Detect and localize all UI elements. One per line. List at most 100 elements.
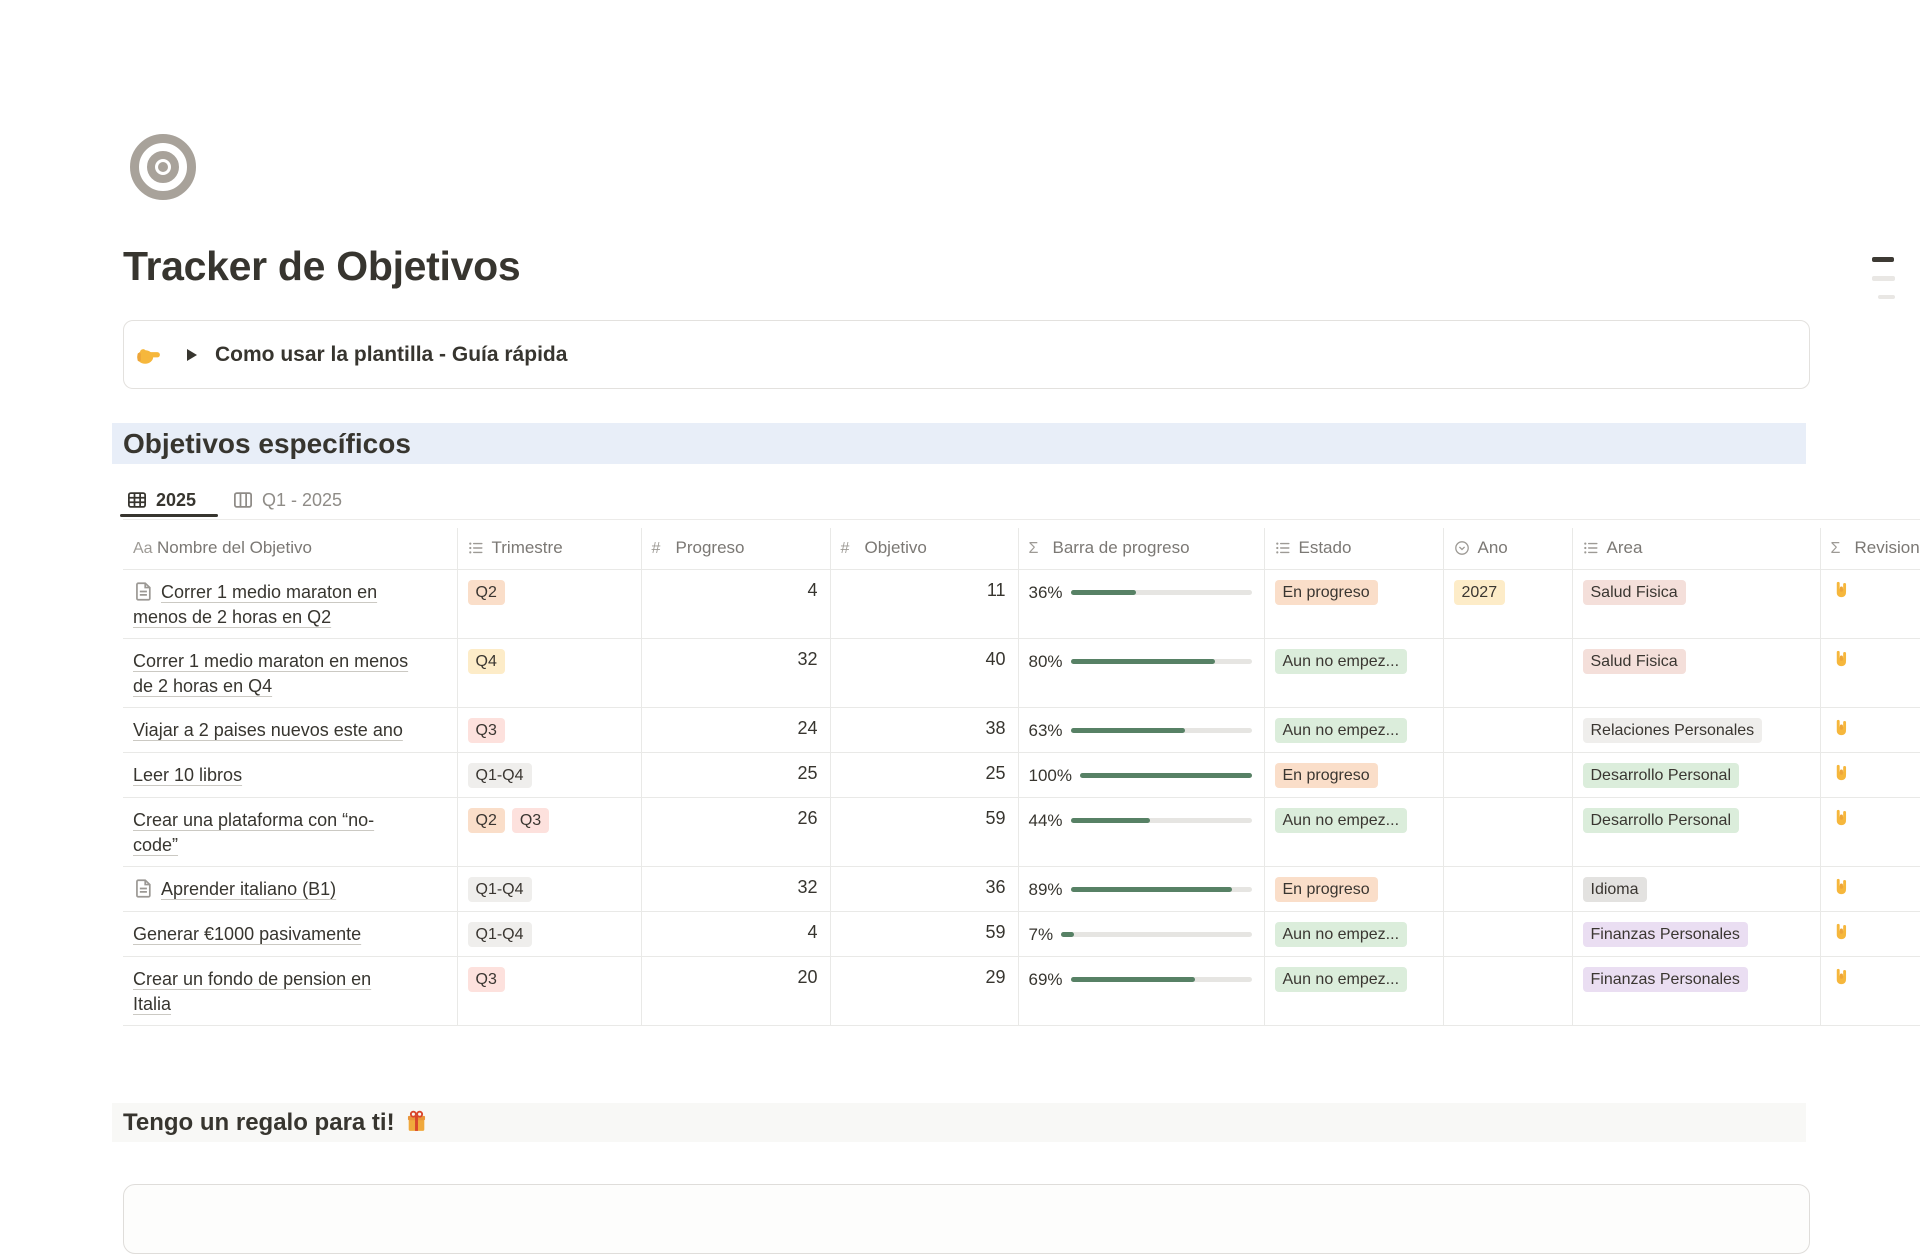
ano-cell[interactable] [1443,638,1572,707]
year-tag[interactable]: 2027 [1454,580,1506,605]
table-row[interactable]: Crear un fondo de pension en Italia Q3 2… [123,956,1920,1025]
trimestre-cell[interactable]: Q3 [457,956,641,1025]
view-tab-q1-2025[interactable]: Q1 - 2025 [233,486,342,514]
area-cell[interactable]: Salud Fisica [1572,638,1820,707]
progreso-cell[interactable]: 4 [641,569,830,638]
quarter-tag[interactable]: Q4 [468,649,505,674]
area-tag[interactable]: Desarrollo Personal [1583,763,1740,788]
table-row[interactable]: Aprender italiano (B1) Q1-Q4 32 36 89% E… [123,866,1920,911]
estado-cell[interactable]: En progreso [1264,752,1443,797]
objetivo-cell[interactable]: 25 [830,752,1018,797]
toc-indicator[interactable] [1872,257,1896,313]
progress-bar-cell[interactable]: 63% [1018,707,1264,752]
objetivo-cell[interactable]: 29 [830,956,1018,1025]
column-header[interactable]: Area [1572,528,1820,569]
revision-cell[interactable] [1820,707,1920,752]
column-header[interactable]: AaNombre del Objetivo [123,528,457,569]
objetivo-cell[interactable]: 36 [830,866,1018,911]
status-tag[interactable]: En progreso [1275,580,1378,605]
progreso-cell[interactable]: 20 [641,956,830,1025]
status-tag[interactable]: Aun no empez... [1275,718,1408,743]
ano-cell[interactable] [1443,911,1572,956]
bottom-callout[interactable] [123,1184,1810,1254]
objetivo-cell[interactable]: 11 [830,569,1018,638]
quarter-tag[interactable]: Q2 [468,808,505,833]
table-row[interactable]: Viajar a 2 paises nuevos este ano Q3 24 … [123,707,1920,752]
status-tag[interactable]: Aun no empez... [1275,649,1408,674]
table-row[interactable]: Crear una plataforma con “no-code” Q2Q3 … [123,797,1920,866]
quarter-tag[interactable]: Q2 [468,580,505,605]
goal-name-link[interactable]: Crear un fondo de pension en Italia [133,969,371,1014]
view-tab-2025[interactable]: 2025 [127,486,196,514]
estado-cell[interactable]: En progreso [1264,569,1443,638]
ano-cell[interactable] [1443,707,1572,752]
toc-bar-active[interactable] [1872,257,1894,262]
progreso-cell[interactable]: 25 [641,752,830,797]
progress-bar-cell[interactable]: 69% [1018,956,1264,1025]
progress-bar-cell[interactable]: 36% [1018,569,1264,638]
goal-name-cell[interactable]: Aprender italiano (B1) [123,866,457,911]
progreso-cell[interactable]: 26 [641,797,830,866]
toc-bar[interactable] [1872,276,1895,281]
column-header[interactable]: ΣBarra de progreso [1018,528,1264,569]
column-header[interactable]: Estado [1264,528,1443,569]
goal-name-link[interactable]: Crear una plataforma con “no-code” [133,810,374,855]
goal-name-cell[interactable]: Crear una plataforma con “no-code” [123,797,457,866]
goal-name-cell[interactable]: Viajar a 2 paises nuevos este ano [123,707,457,752]
estado-cell[interactable]: En progreso [1264,866,1443,911]
goal-name-link[interactable]: Aprender italiano (B1) [161,879,336,899]
trimestre-cell[interactable]: Q2 [457,569,641,638]
status-tag[interactable]: En progreso [1275,763,1378,788]
goal-name-link[interactable]: Correr 1 medio maraton en menos de 2 hor… [133,582,377,627]
table-row[interactable]: Leer 10 libros Q1-Q4 25 25 100% En progr… [123,752,1920,797]
guide-callout[interactable]: Como usar la plantilla - Guía rápida [123,320,1810,389]
revision-cell[interactable] [1820,638,1920,707]
revision-cell[interactable] [1820,866,1920,911]
ano-cell[interactable] [1443,956,1572,1025]
trimestre-cell[interactable]: Q3 [457,707,641,752]
progress-bar-cell[interactable]: 7% [1018,911,1264,956]
column-header[interactable]: Trimestre [457,528,641,569]
progress-bar-cell[interactable]: 89% [1018,866,1264,911]
table-row[interactable]: Correr 1 medio maraton en menos de 2 hor… [123,569,1920,638]
area-cell[interactable]: Finanzas Personales [1572,911,1820,956]
table-row[interactable]: Correr 1 medio maraton en menos de 2 hor… [123,638,1920,707]
progreso-cell[interactable]: 32 [641,866,830,911]
estado-cell[interactable]: Aun no empez... [1264,797,1443,866]
toc-bar[interactable] [1878,295,1895,299]
area-cell[interactable]: Salud Fisica [1572,569,1820,638]
area-tag[interactable]: Finanzas Personales [1583,922,1748,947]
area-cell[interactable]: Relaciones Personales [1572,707,1820,752]
goal-name-link[interactable]: Leer 10 libros [133,765,242,785]
progreso-cell[interactable]: 4 [641,911,830,956]
goal-name-link[interactable]: Correr 1 medio maraton en menos de 2 hor… [133,651,408,696]
trimestre-cell[interactable]: Q1-Q4 [457,752,641,797]
estado-cell[interactable]: Aun no empez... [1264,956,1443,1025]
revision-cell[interactable] [1820,956,1920,1025]
objetivo-cell[interactable]: 59 [830,797,1018,866]
area-cell[interactable]: Idioma [1572,866,1820,911]
quarter-tag[interactable]: Q3 [468,967,505,992]
column-header[interactable]: Ano [1443,528,1572,569]
area-cell[interactable]: Finanzas Personales [1572,956,1820,1025]
area-tag[interactable]: Salud Fisica [1583,580,1686,605]
progress-bar-cell[interactable]: 80% [1018,638,1264,707]
revision-cell[interactable] [1820,797,1920,866]
ano-cell[interactable] [1443,797,1572,866]
area-tag[interactable]: Finanzas Personales [1583,967,1748,992]
table-row[interactable]: Generar €1000 pasivamente Q1-Q4 4 59 7% … [123,911,1920,956]
area-cell[interactable]: Desarrollo Personal [1572,752,1820,797]
area-cell[interactable]: Desarrollo Personal [1572,797,1820,866]
objetivo-cell[interactable]: 38 [830,707,1018,752]
guide-toggle-label[interactable]: Como usar la plantilla - Guía rápida [215,343,567,367]
progress-bar-cell[interactable]: 44% [1018,797,1264,866]
goal-name-link[interactable]: Viajar a 2 paises nuevos este ano [133,720,403,740]
trimestre-cell[interactable]: Q1-Q4 [457,911,641,956]
trimestre-cell[interactable]: Q2Q3 [457,797,641,866]
target-icon[interactable] [130,134,196,200]
goal-name-cell[interactable]: Crear un fondo de pension en Italia [123,956,457,1025]
column-header[interactable]: ΣRevision [1820,528,1920,569]
area-tag[interactable]: Desarrollo Personal [1583,808,1740,833]
progreso-cell[interactable]: 32 [641,638,830,707]
objetivo-cell[interactable]: 59 [830,911,1018,956]
